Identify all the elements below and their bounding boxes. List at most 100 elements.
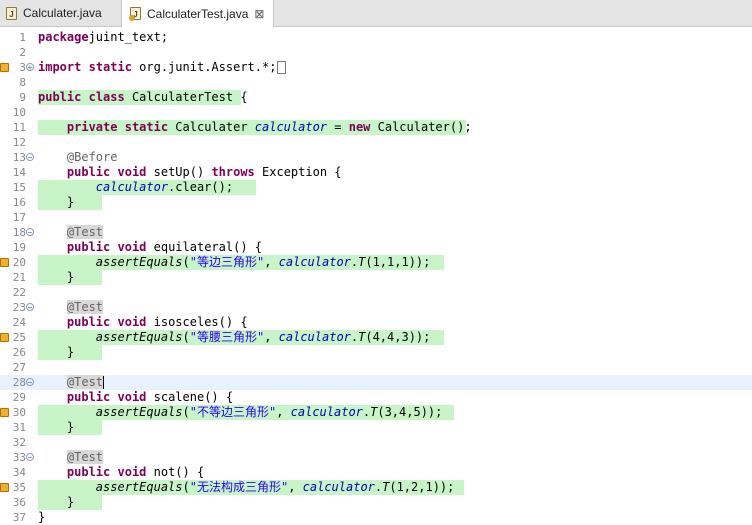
annotation-token: @Before <box>66 150 118 164</box>
code-line[interactable]: 15 calculator.clear(); <box>0 180 752 195</box>
code-editor[interactable]: 1 packagejuint_text; 2 3 + import static org.… <box>0 27 752 524</box>
code-token: , <box>264 330 279 344</box>
code-line[interactable]: 36 } <box>0 495 752 510</box>
code-token: , <box>288 480 303 494</box>
code-line[interactable]: 25 assertEquals("等腰三角形", calculator.T(4,… <box>0 330 752 345</box>
code-line[interactable]: 27 <box>0 360 752 375</box>
string-token: "等腰三角形" <box>189 330 265 344</box>
warning-marker-icon[interactable] <box>0 408 9 417</box>
code-line[interactable]: 33− @Test <box>0 450 752 465</box>
code-line[interactable]: 20 assertEquals("等边三角形", calculator.T(1,… <box>0 255 752 270</box>
code-token: } <box>38 495 75 509</box>
keyword-token: static <box>88 60 132 74</box>
code-line[interactable]: 18− @Test <box>0 225 752 240</box>
warning-marker-icon[interactable] <box>0 333 9 342</box>
code-text: packagejuint_text; <box>38 30 168 45</box>
code-token: (4,4,3)); <box>365 330 431 344</box>
code-line[interactable]: 30 assertEquals("不等边三角形", calculator.T(3… <box>0 405 752 420</box>
code-line[interactable]: 1 packagejuint_text; <box>0 30 752 45</box>
code-line[interactable]: 23− @Test <box>0 300 752 315</box>
code-token: scalene() { <box>146 390 234 404</box>
tab-label: CalculaterTest.java <box>147 6 249 21</box>
code-text: public void isosceles() { <box>38 315 248 330</box>
code-token: , <box>264 255 279 269</box>
line-number: 35 <box>12 481 26 494</box>
keyword-token: void <box>117 390 147 404</box>
code-token: (3,4,5)); <box>377 405 443 419</box>
code-token: CalculaterTest { <box>124 90 248 104</box>
line-number: 13 <box>12 151 26 164</box>
fold-collapse-icon[interactable]: − <box>26 153 34 162</box>
annotation-ruler <box>0 450 10 465</box>
code-line[interactable]: 21 } <box>0 270 752 285</box>
line-number: 11 <box>12 121 26 134</box>
code-line[interactable]: 19 public void equilateral() { <box>0 240 752 255</box>
line-number: 18 <box>12 226 26 239</box>
code-line[interactable]: 35 assertEquals("无法构成三角形", calculator.T(… <box>0 480 752 495</box>
code-token: } <box>38 420 75 434</box>
tab-calculater-java[interactable]: J Calculater.java <box>0 0 122 26</box>
code-line[interactable]: 10 <box>0 105 752 120</box>
code-text: } <box>38 420 102 435</box>
code-text: public void setUp() throws Exception { <box>38 165 342 180</box>
code-line[interactable]: 26 } <box>0 345 752 360</box>
collapsed-imports-box[interactable] <box>277 61 287 74</box>
annotation-ruler <box>0 30 10 45</box>
code-line[interactable]: 24 public void isosceles() { <box>0 315 752 330</box>
code-line[interactable]: 34 public void not() { <box>0 465 752 480</box>
warning-marker-icon[interactable] <box>0 258 9 267</box>
code-line[interactable]: 29 public void scalene() { <box>0 390 752 405</box>
code-line[interactable]: 11 private static Calculater calculator … <box>0 120 752 135</box>
annotation-token: @Test <box>66 225 104 239</box>
code-line[interactable]: 17 <box>0 210 752 225</box>
java-file-icon: J <box>6 6 17 20</box>
code-line[interactable]: 8 <box>0 75 752 90</box>
close-tab-icon[interactable]: ⊠ <box>254 7 264 21</box>
code-line[interactable]: 2 <box>0 45 752 60</box>
fold-expand-icon[interactable]: + <box>26 63 34 72</box>
code-token: Exception { <box>254 165 342 179</box>
code-text: @Test <box>38 450 104 465</box>
code-text: private static Calculater calculator = n… <box>38 120 472 135</box>
code-token: ( <box>182 330 190 344</box>
line-number: 16 <box>12 196 26 209</box>
code-line[interactable]: 9 public class CalculaterTest { <box>0 90 752 105</box>
code-line[interactable]: 28− @Test <box>0 375 752 390</box>
fold-collapse-icon[interactable]: − <box>26 378 34 387</box>
annotation-ruler <box>0 225 10 240</box>
warning-marker-icon[interactable] <box>0 63 9 72</box>
code-line[interactable]: 14 public void setUp() throws Exception … <box>0 165 752 180</box>
code-text: } <box>38 345 102 360</box>
code-token: setUp() <box>146 165 212 179</box>
fold-collapse-icon[interactable]: − <box>26 228 34 237</box>
code-line[interactable]: 13− @Before <box>0 150 752 165</box>
fold-collapse-icon[interactable]: − <box>26 303 34 312</box>
tab-calculatertest-java[interactable]: J CalculaterTest.java ⊠ <box>122 0 274 27</box>
line-number: 31 <box>12 421 26 434</box>
code-line[interactable]: 22 <box>0 285 752 300</box>
keyword-token: void <box>117 240 147 254</box>
fold-collapse-icon[interactable]: − <box>26 453 34 462</box>
annotation-token: @Test <box>66 300 104 314</box>
code-text: public void not() { <box>38 465 204 480</box>
code-line[interactable]: 12 <box>0 135 752 150</box>
warning-marker-icon[interactable] <box>0 483 9 492</box>
code-line[interactable]: 32 <box>0 435 752 450</box>
code-line[interactable]: 3 + import static org.junit.Assert.*; <box>0 60 752 75</box>
code-line[interactable]: 16 } <box>0 195 752 210</box>
code-text: assertEquals("不等边三角形", calculator.T(3,4,… <box>38 405 454 420</box>
code-line[interactable]: 37} <box>0 510 752 525</box>
code-token: } <box>38 510 46 524</box>
code-text: } <box>38 270 102 285</box>
code-text: } <box>38 510 45 525</box>
code-line[interactable]: 31 } <box>0 420 752 435</box>
